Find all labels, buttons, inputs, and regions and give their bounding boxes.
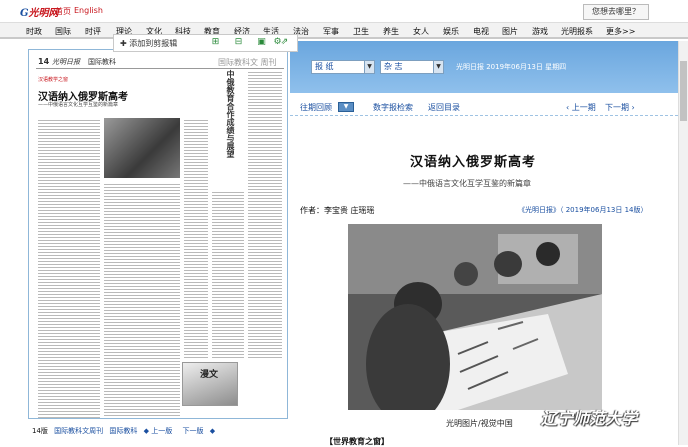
article-source: 《光明日报》（ 2019年06月13日 14版）	[518, 205, 648, 215]
article-author: 作者：李宝贵 庄瑶瑶	[300, 206, 375, 215]
paper-masthead: 光明日报	[52, 58, 80, 66]
where-to-go-button[interactable]: 您想去哪里？	[583, 4, 649, 20]
paper-page-number: 14	[38, 57, 50, 66]
clip-toolbar: ✚ 添加到剪报辑 ⊞ ⊟ ▣ ⇗	[113, 34, 298, 52]
page-navigation: 14版 国际教科文周刊 国际教科 ◆ 上一版 下一版 ◆	[32, 426, 219, 436]
nav-item-tv[interactable]: 电视	[473, 26, 489, 37]
paper-side-title[interactable]: 中俄教育合作成绩与展望	[212, 70, 236, 158]
source-link[interactable]: 《光明日报》	[518, 206, 560, 214]
paper-text-column[interactable]	[248, 70, 282, 358]
nav-item-politics[interactable]: 时政	[26, 26, 42, 37]
university-watermark: 辽宁师范大学	[541, 409, 638, 428]
newspaper-select[interactable]: 报 纸 ▼	[311, 60, 375, 74]
english-link[interactable]: English	[74, 6, 103, 15]
paper-text-column[interactable]	[38, 118, 100, 418]
classroom-photo	[348, 224, 602, 410]
save-icon[interactable]: ▣	[256, 37, 267, 48]
site-logo[interactable]: G光明网	[20, 4, 59, 19]
article-photo[interactable]	[348, 224, 602, 410]
prev-page-link[interactable]: ◆ 上一版	[144, 427, 177, 435]
back-to-toc-link[interactable]: 返回目录	[428, 102, 460, 113]
paper-text-column[interactable]	[184, 118, 208, 358]
paper-section: 国际教科	[88, 58, 116, 66]
nav-item-military[interactable]: 军事	[323, 26, 339, 37]
nav-item-women[interactable]: 女人	[413, 26, 429, 37]
zoom-out-icon[interactable]: ⊟	[233, 37, 244, 48]
issue-date: 光明日报 2019年06月13日 星期四	[456, 63, 567, 71]
issue-tools: 往期回顾 ▼ 数字报检索 返回目录 ‹ 上一期 下一期 ›	[290, 100, 688, 116]
next-page-link[interactable]: 下一版	[182, 427, 203, 435]
nav-item-wellness[interactable]: 养生	[383, 26, 399, 37]
paper-article-photo[interactable]	[104, 118, 180, 178]
nav-item-gmw-press[interactable]: 光明报系	[561, 26, 593, 37]
add-to-clipboard-button[interactable]: ✚ 添加到剪报辑	[120, 38, 177, 49]
source-date: （ 2019年06月13日 14版）	[560, 206, 648, 214]
scrollbar[interactable]	[678, 41, 688, 445]
chevron-down-icon: ▼	[364, 61, 374, 73]
weekly-name-link[interactable]: 国际教科文周刊	[54, 427, 103, 435]
section-name-link[interactable]: 国际教科	[109, 427, 137, 435]
nav-item-entertainment[interactable]: 娱乐	[443, 26, 459, 37]
article-subtitle: ——中俄语言文化互学互鉴的新篇章	[403, 179, 531, 188]
magazine-select[interactable]: 杂 志 ▼	[380, 60, 444, 74]
paper-section-right: 国际教科文 周刊	[218, 58, 277, 67]
nav-item-international[interactable]: 国际	[55, 26, 71, 37]
zoom-in-icon[interactable]: ⊞	[210, 37, 221, 48]
paper-header: 14 光明日报 国际教科 国际教科文 周刊	[36, 55, 284, 69]
chevron-down-icon: ▼	[433, 61, 443, 73]
paper-article-subtitle: ——中俄语言文化互学互鉴的新篇章	[38, 102, 119, 108]
main-nav: 时政 国际 时评 理论 文化 科技 教育 经济 生活 法治 军事 卫生 养生 女…	[0, 22, 688, 39]
next-issue-link[interactable]: 下一期 ›	[605, 102, 635, 113]
nav-item-commentary[interactable]: 时评	[85, 26, 101, 37]
calendar-icon[interactable]: ▼	[338, 102, 354, 112]
past-review-link[interactable]: 往期回顾	[300, 102, 332, 113]
nav-item-games[interactable]: 游戏	[532, 26, 548, 37]
home-link[interactable]: 首页	[55, 6, 71, 17]
nav-item-health[interactable]: 卫生	[353, 26, 369, 37]
nav-item-pictures[interactable]: 图片	[502, 26, 518, 37]
paper-text-column[interactable]	[212, 190, 244, 358]
digital-search-link[interactable]: 数字报检索	[373, 102, 413, 113]
photo-caption: 光明图片/视觉中国	[446, 419, 513, 428]
settings-icon[interactable]: ⚙	[272, 37, 283, 48]
related-column[interactable]: 【世界教育之窗】	[325, 436, 389, 447]
page-number-label: 14版	[32, 427, 48, 435]
paper-text-column[interactable]	[104, 182, 180, 418]
paper-column-tag: 汉语教学之窗	[38, 77, 69, 83]
page-nav-marker-icon: ◆	[209, 427, 216, 435]
top-bar: G光明网 首页 English 您想去哪里？	[0, 0, 688, 22]
article-title: 汉语纳入俄罗斯高考	[410, 155, 537, 170]
prev-issue-link[interactable]: ‹ 上一期	[566, 102, 596, 113]
paper-cartoon-label: 漫文	[200, 370, 219, 380]
scroll-thumb[interactable]	[680, 61, 687, 121]
nav-item-more[interactable]: 更多>>	[606, 26, 635, 37]
